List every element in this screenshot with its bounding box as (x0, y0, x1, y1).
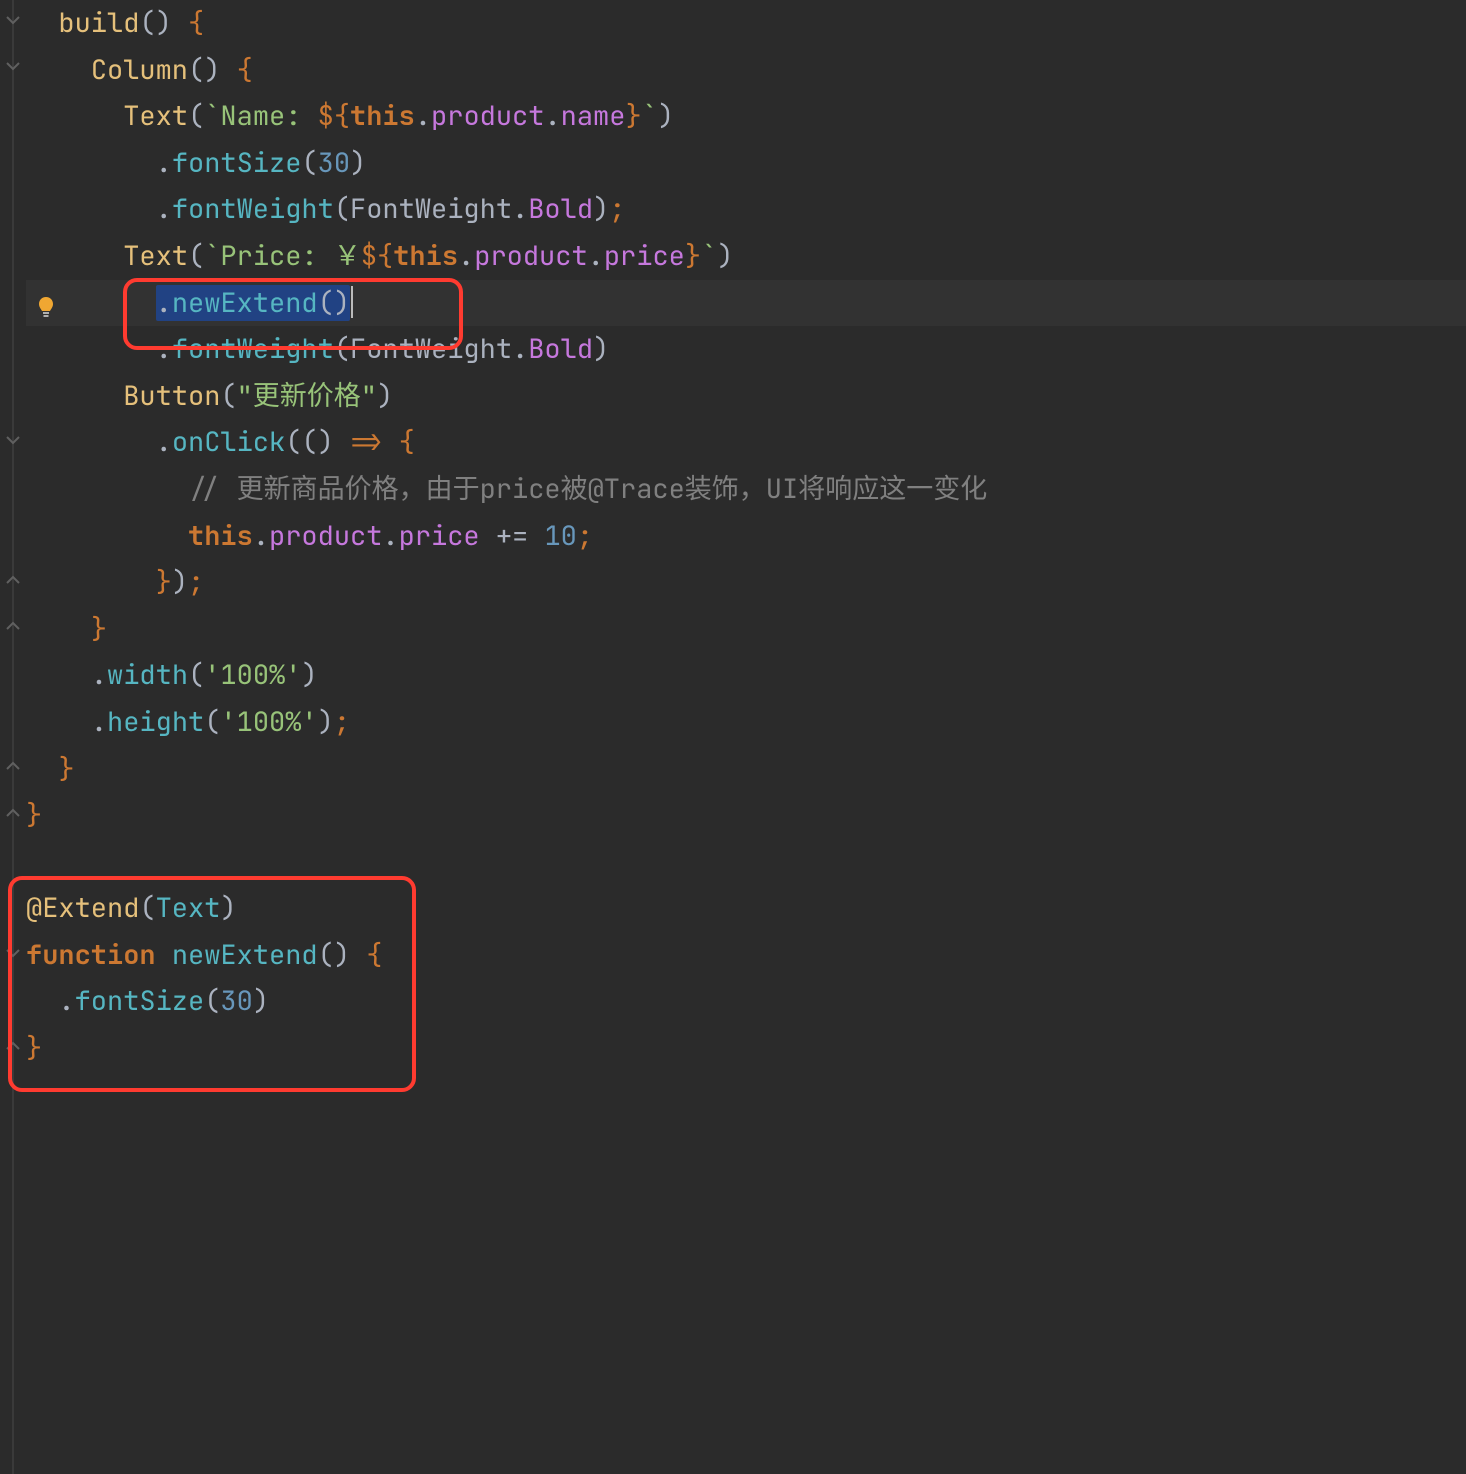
editor-gutter (0, 0, 26, 1474)
text-caret (351, 286, 353, 318)
fold-collapse-icon[interactable] (5, 945, 21, 961)
token-method-newextend: newExtend (172, 285, 318, 321)
token-identifier: Button (123, 378, 220, 414)
fold-guide-line (12, 0, 14, 1474)
token-identifier: build (58, 5, 139, 41)
token-comment: // 更新商品价格，由于price被@Trace装饰，UI将响应这一变化 (188, 471, 987, 507)
code-line[interactable]: Button("更新价格") (26, 373, 1466, 420)
code-line[interactable]: .onClick(() => { (26, 419, 1466, 466)
code-line[interactable]: Text(`Name: ${this.product.name}`) (26, 93, 1466, 140)
code-line[interactable]: }); (26, 559, 1466, 606)
token-method: onClick (172, 424, 285, 460)
intention-bulb-icon[interactable] (34, 292, 58, 316)
code-line[interactable]: // 更新商品价格，由于price被@Trace装饰，UI将响应这一变化 (26, 466, 1466, 513)
code-line[interactable]: } (26, 606, 1466, 653)
code-line[interactable]: } (26, 792, 1466, 839)
code-line[interactable]: .height('100%'); (26, 699, 1466, 746)
fold-expand-icon[interactable] (5, 805, 21, 821)
code-line[interactable]: @Extend(Text) (26, 885, 1466, 932)
fold-collapse-icon[interactable] (5, 432, 21, 448)
fold-expand-icon[interactable] (5, 618, 21, 634)
code-line[interactable]: function newExtend() { (26, 932, 1466, 979)
code-line[interactable]: .fontWeight(FontWeight.Bold) (26, 326, 1466, 373)
token-method: fontSize (75, 983, 205, 1019)
code-editor-content[interactable]: build() { Column() { Text(`Name: ${this.… (26, 0, 1466, 1072)
token-decorator: Extend (42, 890, 139, 926)
code-line[interactable]: Column() { (26, 47, 1466, 94)
fold-collapse-icon[interactable] (5, 58, 21, 74)
token-identifier: Column (91, 52, 188, 88)
token-keyword: function (26, 937, 156, 973)
token-method: height (107, 704, 204, 740)
fold-expand-icon[interactable] (5, 572, 21, 588)
code-line[interactable]: } (26, 1025, 1466, 1072)
code-line-active[interactable]: .newExtend() (26, 280, 1466, 327)
token-method: fontWeight (172, 191, 334, 227)
token-identifier: Text (123, 98, 188, 134)
code-line[interactable]: .fontSize(30) (26, 140, 1466, 187)
fold-expand-icon[interactable] (5, 758, 21, 774)
code-line[interactable]: .width('100%') (26, 652, 1466, 699)
code-line[interactable]: Text(`Price: ￥${this.product.price}`) (26, 233, 1466, 280)
token-function-name: newExtend (172, 937, 318, 973)
fold-collapse-icon[interactable] (5, 12, 21, 28)
token-method: width (107, 657, 188, 693)
code-line[interactable]: } (26, 746, 1466, 793)
code-line[interactable]: .fontSize(30) (26, 978, 1466, 1025)
code-line[interactable]: build() { (26, 0, 1466, 47)
token-identifier: Text (123, 238, 188, 274)
code-line-blank[interactable] (26, 839, 1466, 886)
token-method: fontWeight (172, 331, 334, 367)
code-line[interactable]: .fontWeight(FontWeight.Bold); (26, 186, 1466, 233)
token-method: fontSize (172, 145, 302, 181)
code-line[interactable]: this.product.price += 10; (26, 513, 1466, 560)
fold-expand-icon[interactable] (5, 1038, 21, 1054)
